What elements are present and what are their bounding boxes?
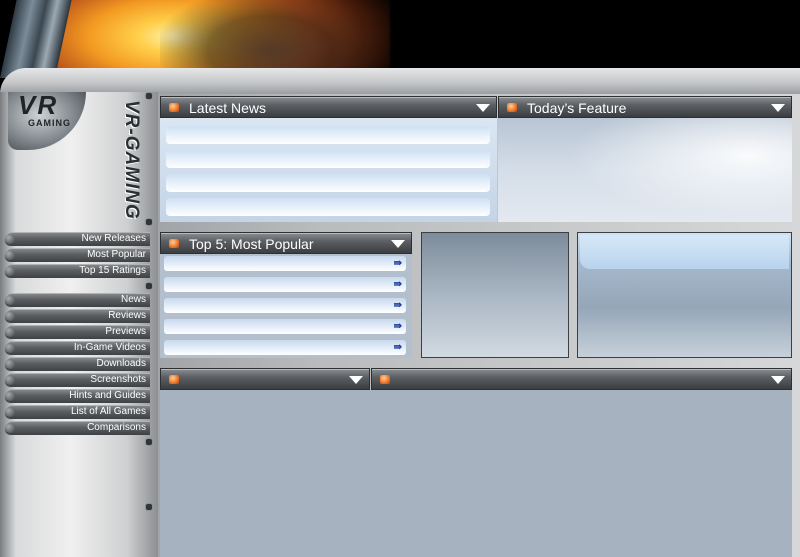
nav-item-reviews[interactable]: Reviews bbox=[4, 309, 150, 323]
nav-label: List of All Games bbox=[70, 406, 146, 417]
nav-item-new-releases[interactable]: New Releases bbox=[4, 232, 150, 246]
double-arrow-right-icon[interactable]: ⇛ bbox=[394, 258, 402, 269]
double-arrow-right-icon[interactable]: ⇛ bbox=[394, 279, 402, 290]
todays-feature-title: Today’s Feature bbox=[527, 100, 627, 116]
list-item[interactable]: ⇛ bbox=[164, 340, 406, 355]
nav-label: News bbox=[120, 294, 146, 305]
logo-full-text: VR-GAMING bbox=[121, 100, 142, 220]
logo-sub-text: GAMING bbox=[28, 118, 71, 128]
nav-item-in-game-videos[interactable]: In-Game Videos bbox=[4, 341, 150, 355]
chevron-down-icon[interactable] bbox=[349, 376, 363, 384]
nav-group-featured: New Releases Most Popular Top 15 Ratings bbox=[4, 232, 150, 280]
top5-list: ⇛ ⇛ ⇛ ⇛ ⇛ bbox=[160, 254, 412, 358]
chevron-down-icon[interactable] bbox=[771, 376, 785, 384]
screw-icon bbox=[145, 218, 153, 226]
nav-knob-icon bbox=[5, 250, 15, 260]
chevron-down-icon[interactable] bbox=[476, 104, 490, 112]
double-arrow-right-icon[interactable]: ⇛ bbox=[394, 321, 402, 332]
nav-item-most-popular[interactable]: Most Popular bbox=[4, 248, 150, 262]
nav-item-top-15-ratings[interactable]: Top 15 Ratings bbox=[4, 264, 150, 278]
chevron-down-icon[interactable] bbox=[391, 240, 405, 248]
orange-bullet-icon bbox=[380, 375, 390, 384]
nav-item-screenshots[interactable]: Screenshots bbox=[4, 373, 150, 387]
top-banner bbox=[0, 0, 800, 78]
site-logo[interactable]: VR GAMING VR-GAMING bbox=[8, 90, 150, 224]
top5-title: Top 5: Most Popular bbox=[189, 236, 314, 252]
frame-top-bevel bbox=[0, 68, 800, 94]
nav-label: Hints and Guides bbox=[69, 390, 146, 401]
promo-tile-right[interactable] bbox=[577, 232, 792, 358]
nav-knob-icon bbox=[5, 391, 15, 401]
nav-knob-icon bbox=[5, 343, 15, 353]
chevron-down-icon[interactable] bbox=[771, 104, 785, 112]
nav-knob-icon bbox=[5, 295, 15, 305]
list-item[interactable]: ⇛ bbox=[164, 277, 406, 292]
news-item[interactable] bbox=[166, 198, 490, 216]
bottom-content-area bbox=[160, 390, 792, 557]
orange-bullet-icon bbox=[169, 103, 179, 112]
orange-bullet-icon bbox=[507, 103, 517, 112]
nav-item-previews[interactable]: Previews bbox=[4, 325, 150, 339]
nav-label: Screenshots bbox=[90, 374, 146, 385]
list-item[interactable]: ⇛ bbox=[164, 256, 406, 271]
nav-label: Downloads bbox=[96, 358, 146, 369]
nav-item-news[interactable]: News bbox=[4, 293, 150, 307]
nav-knob-icon bbox=[5, 266, 15, 276]
nav-group-content: News Reviews Previews In-Game Videos Dow… bbox=[4, 293, 150, 437]
nav-knob-icon bbox=[5, 234, 15, 244]
screw-icon bbox=[145, 503, 153, 511]
news-item[interactable] bbox=[166, 126, 490, 144]
latest-news-title: Latest News bbox=[189, 100, 267, 116]
news-item[interactable] bbox=[166, 150, 490, 168]
orange-bullet-icon bbox=[169, 375, 179, 384]
screw-icon bbox=[145, 92, 153, 100]
nav-label: Reviews bbox=[108, 310, 146, 321]
nav-label: Previews bbox=[105, 326, 146, 337]
double-arrow-right-icon[interactable]: ⇛ bbox=[394, 300, 402, 311]
nav-label: In-Game Videos bbox=[73, 342, 146, 353]
promo-tile-middle[interactable] bbox=[421, 232, 569, 358]
nav-item-downloads[interactable]: Downloads bbox=[4, 357, 150, 371]
todays-feature-image[interactable] bbox=[498, 118, 792, 222]
nav-label: New Releases bbox=[81, 233, 146, 244]
bottom-right-header[interactable] bbox=[371, 368, 792, 390]
news-item[interactable] bbox=[166, 174, 490, 192]
nav-item-comparisons[interactable]: Comparisons bbox=[4, 421, 150, 435]
latest-news-header[interactable]: Latest News bbox=[160, 96, 497, 118]
nav-knob-icon bbox=[5, 359, 15, 369]
list-item[interactable]: ⇛ bbox=[164, 319, 406, 334]
sky-graphic bbox=[538, 118, 792, 222]
list-item[interactable]: ⇛ bbox=[164, 298, 406, 313]
latest-news-body bbox=[160, 118, 497, 222]
nav-knob-icon bbox=[5, 327, 15, 337]
logo-vertical: VR-GAMING bbox=[112, 100, 142, 220]
tile-highlight bbox=[580, 235, 789, 269]
nav-knob-icon bbox=[5, 311, 15, 321]
top5-header[interactable]: Top 5: Most Popular bbox=[160, 232, 412, 254]
nav-knob-icon bbox=[5, 423, 15, 433]
nav-item-list-of-all-games[interactable]: List of All Games bbox=[4, 405, 150, 419]
nav-knob-icon bbox=[5, 407, 15, 417]
bottom-left-header[interactable] bbox=[160, 368, 370, 390]
logo-short-text: VR bbox=[18, 90, 59, 120]
nav-label: Most Popular bbox=[87, 249, 146, 260]
screw-icon bbox=[145, 438, 153, 446]
nav-label: Top 15 Ratings bbox=[79, 265, 146, 276]
screw-icon bbox=[145, 282, 153, 290]
nav-item-hints-and-guides[interactable]: Hints and Guides bbox=[4, 389, 150, 403]
todays-feature-header[interactable]: Today’s Feature bbox=[498, 96, 792, 118]
nav-knob-icon bbox=[5, 375, 15, 385]
double-arrow-right-icon[interactable]: ⇛ bbox=[394, 342, 402, 353]
orange-bullet-icon bbox=[169, 239, 179, 248]
smoke-graphic bbox=[160, 0, 380, 78]
nav-label: Comparisons bbox=[87, 422, 146, 433]
